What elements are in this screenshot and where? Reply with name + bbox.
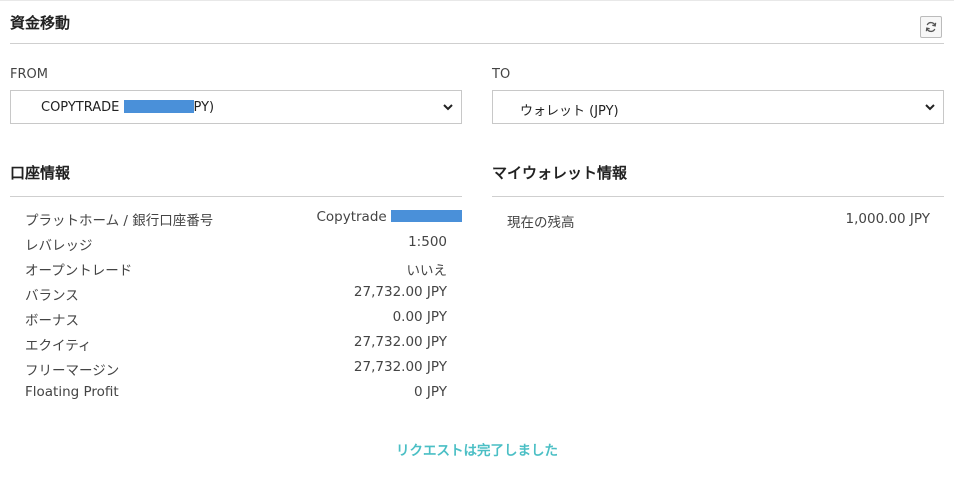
from-selected-prefix: COPYTRADE — [41, 100, 124, 115]
redacted-account-number — [123, 100, 194, 113]
info-row-leverage: レバレッジ 1:500 — [25, 234, 447, 256]
info-value: 27,732.00 JPY — [353, 334, 447, 350]
page-title: 資金移動 — [10, 14, 71, 32]
chevron-down-icon — [443, 104, 453, 111]
info-row-open-trade: オープントレード いいえ — [25, 259, 447, 281]
wallet-info-title: マイウォレット情報 — [492, 164, 628, 182]
wallet-balance-row: 現在の残高 1,000.00 JPY — [507, 211, 930, 233]
refresh-button[interactable] — [920, 16, 942, 38]
wallet-balance-label: 現在の残高 — [507, 215, 575, 231]
info-value: 27,732.00 JPY — [353, 284, 447, 300]
wallet-balance-value: 1,000.00 JPY — [845, 211, 930, 227]
info-row-platform: プラットホーム / 銀行口座番号 Copytrade — [25, 209, 462, 231]
from-selected-value: COPYTRADE PY) — [41, 100, 214, 115]
request-status-message: リクエストは完了しました — [396, 443, 558, 459]
account-info-divider — [10, 196, 462, 197]
refresh-icon — [925, 21, 937, 33]
info-value: 0 JPY — [414, 384, 447, 400]
info-row-free-margin: フリーマージン 27,732.00 JPY — [25, 359, 447, 381]
info-value: 27,732.00 JPY — [353, 359, 447, 375]
redacted-platform-number — [391, 209, 462, 222]
platform-value-text: Copytrade — [316, 209, 391, 225]
info-label: Floating Profit — [25, 384, 119, 400]
info-row-bonus: ボーナス 0.00 JPY — [25, 309, 447, 331]
to-label: TO — [492, 67, 511, 82]
info-label: フリーマージン — [25, 363, 120, 379]
info-row-floating-profit: Floating Profit 0 JPY — [25, 384, 447, 406]
info-label: エクイティ — [25, 338, 92, 354]
info-row-equity: エクイティ 27,732.00 JPY — [25, 334, 447, 356]
title-divider — [10, 43, 944, 44]
info-label: バランス — [25, 288, 79, 304]
info-label: プラットホーム / 銀行口座番号 — [25, 213, 214, 229]
info-value: 1:500 — [408, 234, 447, 250]
info-row-balance: バランス 27,732.00 JPY — [25, 284, 447, 306]
info-value: 0.00 JPY — [392, 309, 447, 325]
from-label: FROM — [10, 67, 48, 82]
from-account-select[interactable]: COPYTRADE PY) — [10, 90, 462, 124]
from-selected-suffix: PY) — [193, 100, 215, 115]
top-border — [0, 0, 954, 1]
info-label: オープントレード — [25, 263, 133, 279]
info-label: ボーナス — [25, 313, 79, 329]
wallet-info-divider — [492, 196, 944, 197]
to-selected-value: ウォレット (JPY) — [520, 104, 619, 119]
info-label: レバレッジ — [25, 238, 93, 254]
account-info-title: 口座情報 — [10, 164, 71, 182]
chevron-down-icon — [925, 104, 935, 111]
info-value: Copytrade — [316, 209, 462, 225]
info-value: いいえ — [406, 263, 448, 279]
to-account-select[interactable]: ウォレット (JPY) — [492, 90, 944, 124]
